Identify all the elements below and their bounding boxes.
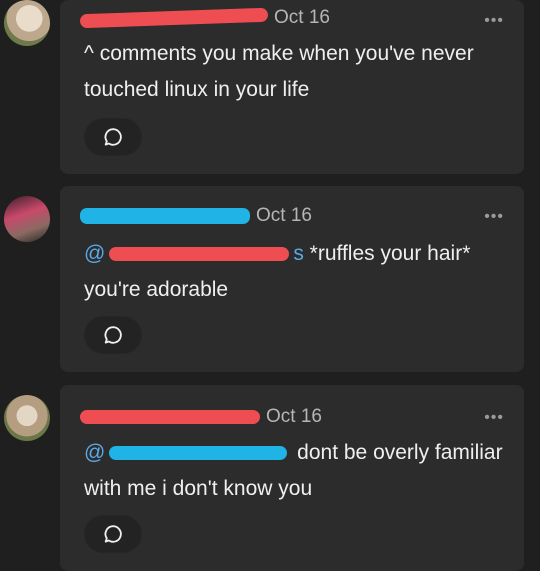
- speech-bubble-icon: [104, 326, 122, 344]
- redacted-author: [80, 410, 260, 424]
- comment-meta: Oct 16: [79, 6, 330, 30]
- mention-tail: s: [293, 242, 304, 265]
- comment-meta: Oct 16: [80, 405, 322, 429]
- reply-button[interactable]: [84, 316, 142, 354]
- more-options-icon[interactable]: •••: [484, 410, 504, 426]
- comment-text: @ s *ruffles your hair* you're adorable: [84, 236, 504, 308]
- comment-date: Oct 16: [256, 205, 312, 226]
- comment-thread: Oct 16 ••• ^ comments you make when you'…: [0, 0, 540, 571]
- reply-button[interactable]: [84, 515, 142, 553]
- comment-body: ^ comments you make when you've never to…: [84, 42, 474, 101]
- comment-date: Oct 16: [274, 7, 330, 28]
- mention[interactable]: @: [84, 441, 105, 464]
- comment-card: Oct 16 ••• @ dont be overly familiar wit…: [60, 385, 524, 571]
- comment-card: Oct 16 ••• @ s *ruffles your hair* you're…: [60, 186, 524, 372]
- more-options-icon[interactable]: •••: [484, 13, 504, 29]
- avatar[interactable]: [4, 0, 50, 46]
- avatar[interactable]: [4, 196, 50, 242]
- speech-bubble-icon: [104, 128, 122, 146]
- more-options-icon[interactable]: •••: [484, 209, 504, 225]
- redacted-mention: [109, 446, 288, 461]
- avatar[interactable]: [4, 395, 50, 441]
- mention[interactable]: @: [84, 242, 105, 265]
- comment-date: Oct 16: [266, 406, 322, 427]
- comment-text: ^ comments you make when you've never to…: [84, 36, 504, 108]
- speech-bubble-icon: [104, 525, 122, 543]
- redacted-author: [80, 208, 250, 224]
- comment-text: @ dont be overly familiar with me i don'…: [84, 435, 504, 507]
- comment-meta: Oct 16: [80, 204, 312, 228]
- reply-button[interactable]: [84, 118, 142, 156]
- comment-card: Oct 16 ••• ^ comments you make when you'…: [60, 0, 524, 174]
- redacted-mention: [109, 247, 290, 262]
- redacted-author: [79, 7, 269, 29]
